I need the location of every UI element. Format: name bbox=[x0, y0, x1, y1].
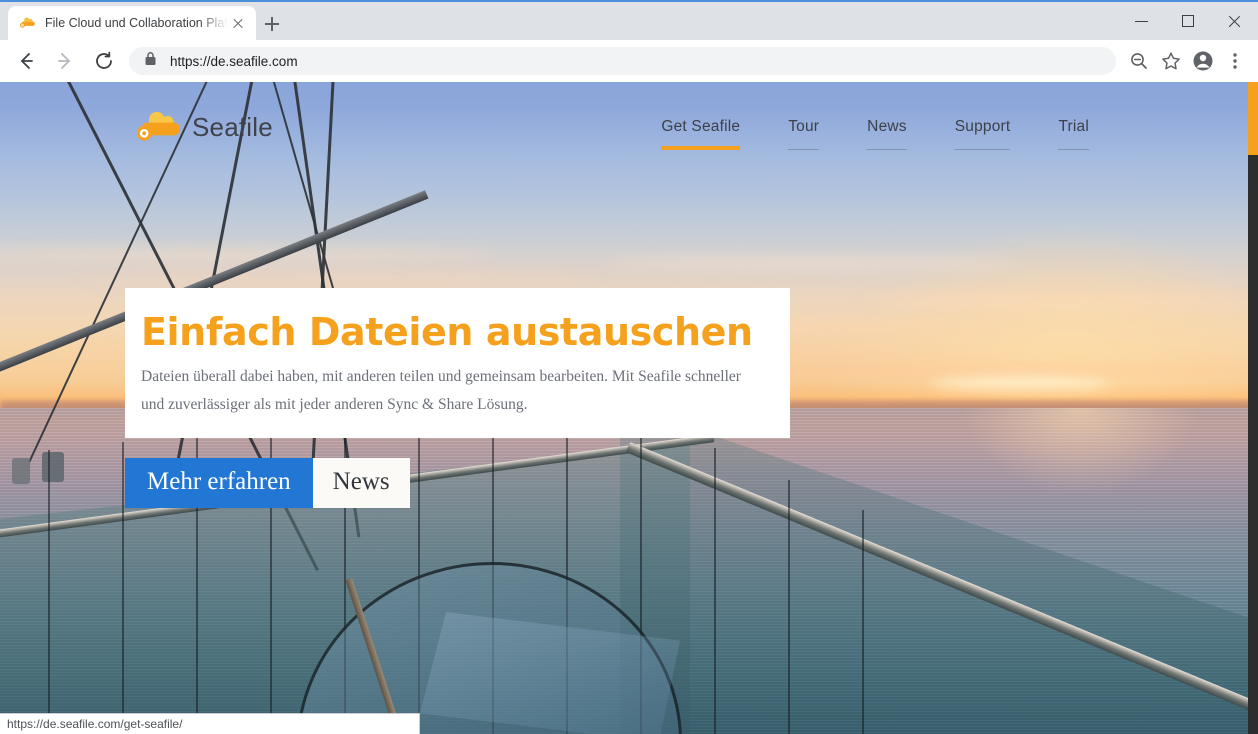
page-scrollbar-track[interactable] bbox=[1248, 82, 1258, 734]
railing-mullion bbox=[862, 510, 864, 734]
nav-label: Trial bbox=[1058, 118, 1089, 135]
nav-label: News bbox=[867, 118, 907, 135]
search-zoom-icon[interactable] bbox=[1124, 46, 1154, 76]
maximize-icon[interactable] bbox=[1166, 4, 1212, 38]
close-icon[interactable] bbox=[228, 13, 248, 33]
new-tab-button[interactable] bbox=[258, 10, 286, 38]
hero-card: Einfach Dateien austauschen Dateien über… bbox=[125, 288, 790, 438]
page-scrollbar-thumb[interactable] bbox=[1248, 82, 1258, 155]
account-avatar-icon[interactable] bbox=[1188, 46, 1218, 76]
railing-mullion bbox=[48, 450, 50, 734]
railing-mullion bbox=[788, 480, 790, 734]
nav-label: Support bbox=[954, 118, 1011, 135]
news-button[interactable]: News bbox=[312, 458, 410, 508]
nav-underline bbox=[867, 148, 907, 150]
nav-item-news[interactable]: News bbox=[843, 118, 931, 150]
nav-active-underline bbox=[661, 146, 741, 150]
three-dot-menu-icon[interactable] bbox=[1220, 46, 1250, 76]
nav-label: Get Seafile bbox=[661, 118, 741, 135]
nav-underline bbox=[788, 148, 820, 150]
tab-title: File Cloud und Collaboration Plat bbox=[45, 16, 228, 30]
window-controls bbox=[1120, 4, 1258, 38]
status-bar-link: https://de.seafile.com/get-seafile/ bbox=[7, 717, 183, 731]
cloud-streak bbox=[740, 366, 1258, 378]
site-logo[interactable]: Seafile bbox=[137, 110, 273, 144]
browser-window: File Cloud und Collaboration Plat https:… bbox=[0, 0, 1258, 734]
railing-mullion bbox=[714, 448, 716, 734]
seafile-cloud-icon bbox=[20, 15, 36, 31]
hero-actions: Mehr erfahren News bbox=[125, 458, 410, 508]
nav-underline bbox=[954, 148, 1011, 150]
status-bar: https://de.seafile.com/get-seafile/ bbox=[0, 713, 420, 734]
cloud-streak bbox=[860, 296, 1258, 307]
cloud-streak bbox=[80, 274, 600, 282]
nav-item-get-seafile[interactable]: Get Seafile bbox=[637, 118, 764, 150]
nav-item-trial[interactable]: Trial bbox=[1034, 118, 1113, 150]
browser-toolbar: https://de.seafile.com bbox=[0, 40, 1258, 82]
seafile-cloud-icon bbox=[137, 110, 183, 144]
lock-icon bbox=[144, 51, 158, 71]
forward-arrow-icon[interactable] bbox=[49, 45, 81, 77]
back-arrow-icon[interactable] bbox=[10, 45, 42, 77]
close-icon[interactable] bbox=[1212, 4, 1258, 38]
nav-item-support[interactable]: Support bbox=[931, 118, 1035, 150]
minimize-icon[interactable] bbox=[1120, 4, 1166, 38]
site-logo-text: Seafile bbox=[192, 111, 273, 142]
page-title: Einfach Dateien austauschen bbox=[141, 310, 753, 354]
tab-strip: File Cloud und Collaboration Plat bbox=[0, 2, 1258, 40]
reload-icon[interactable] bbox=[88, 45, 120, 77]
nav-item-tour[interactable]: Tour bbox=[764, 118, 843, 150]
browser-tab[interactable]: File Cloud und Collaboration Plat bbox=[8, 6, 256, 40]
cloud-streak bbox=[600, 258, 1020, 267]
nav-underline bbox=[1058, 148, 1089, 150]
hero-subtitle: Dateien überall dabei haben, mit anderen… bbox=[141, 368, 741, 413]
star-icon[interactable] bbox=[1156, 46, 1186, 76]
address-bar[interactable]: https://de.seafile.com bbox=[129, 47, 1116, 75]
address-bar-url: https://de.seafile.com bbox=[170, 53, 298, 69]
nav-label: Tour bbox=[788, 118, 820, 135]
railing-mullion bbox=[122, 442, 124, 734]
learn-more-button[interactable]: Mehr erfahren bbox=[125, 458, 313, 508]
page-viewport: Seafile Get Seafile Tour News Support Tr… bbox=[0, 82, 1258, 734]
main-navigation: Get Seafile Tour News Support Trial bbox=[637, 118, 1113, 150]
